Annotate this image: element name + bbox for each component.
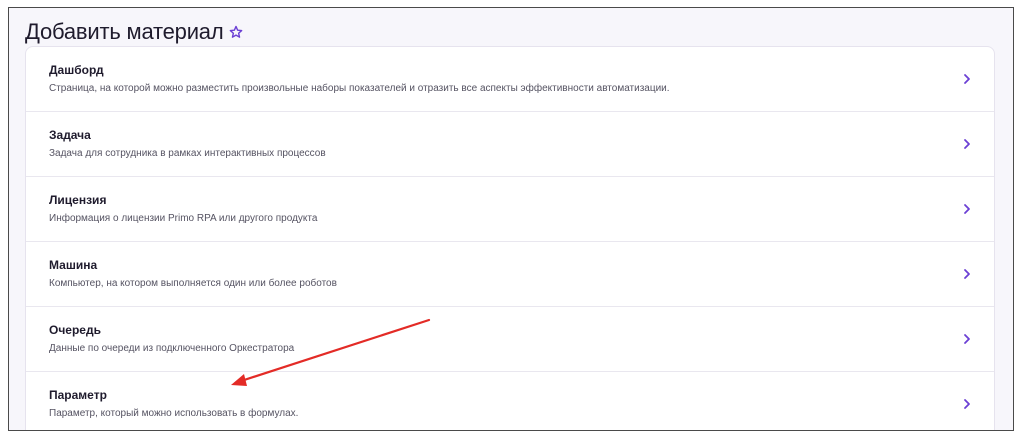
item-description: Компьютер, на котором выполняется один и… <box>49 278 337 289</box>
star-outline-icon[interactable] <box>229 25 243 39</box>
item-title: Очередь <box>49 323 101 337</box>
header: Добавить материал <box>25 17 243 47</box>
list-item-parameter[interactable]: Параметр Параметр, который можно использ… <box>26 372 994 430</box>
chevron-right-icon[interactable] <box>962 268 972 280</box>
list-item-queue[interactable]: Очередь Данные по очереди из подключенно… <box>26 307 994 372</box>
chevron-right-icon[interactable] <box>962 333 972 345</box>
item-description: Страница, на которой можно разместить пр… <box>49 83 670 94</box>
item-title: Лицензия <box>49 193 107 207</box>
item-title: Задача <box>49 128 91 142</box>
material-type-list: Дашборд Страница, на которой можно разме… <box>25 46 995 430</box>
list-item-machine[interactable]: Машина Компьютер, на котором выполняется… <box>26 242 994 307</box>
chevron-right-icon[interactable] <box>962 203 972 215</box>
item-description: Параметр, который можно использовать в ф… <box>49 408 299 419</box>
item-description: Информация о лицензии Primo RPA или друг… <box>49 213 318 224</box>
item-description: Задача для сотрудника в рамках интеракти… <box>49 148 326 159</box>
page-title: Добавить материал <box>25 19 224 44</box>
list-item-task[interactable]: Задача Задача для сотрудника в рамках ин… <box>26 112 994 177</box>
item-title: Параметр <box>49 388 107 402</box>
window-frame: Добавить материал Дашборд Страница, на к… <box>8 7 1014 431</box>
chevron-right-icon[interactable] <box>962 138 972 150</box>
chevron-right-icon[interactable] <box>962 73 972 85</box>
list-item-license[interactable]: Лицензия Информация о лицензии Primo RPA… <box>26 177 994 242</box>
item-description: Данные по очереди из подключенного Оркес… <box>49 343 295 354</box>
item-title: Машина <box>49 258 98 272</box>
chevron-right-icon[interactable] <box>962 398 972 410</box>
list-item-dashboard[interactable]: Дашборд Страница, на которой можно разме… <box>26 47 994 112</box>
item-title: Дашборд <box>49 63 104 77</box>
